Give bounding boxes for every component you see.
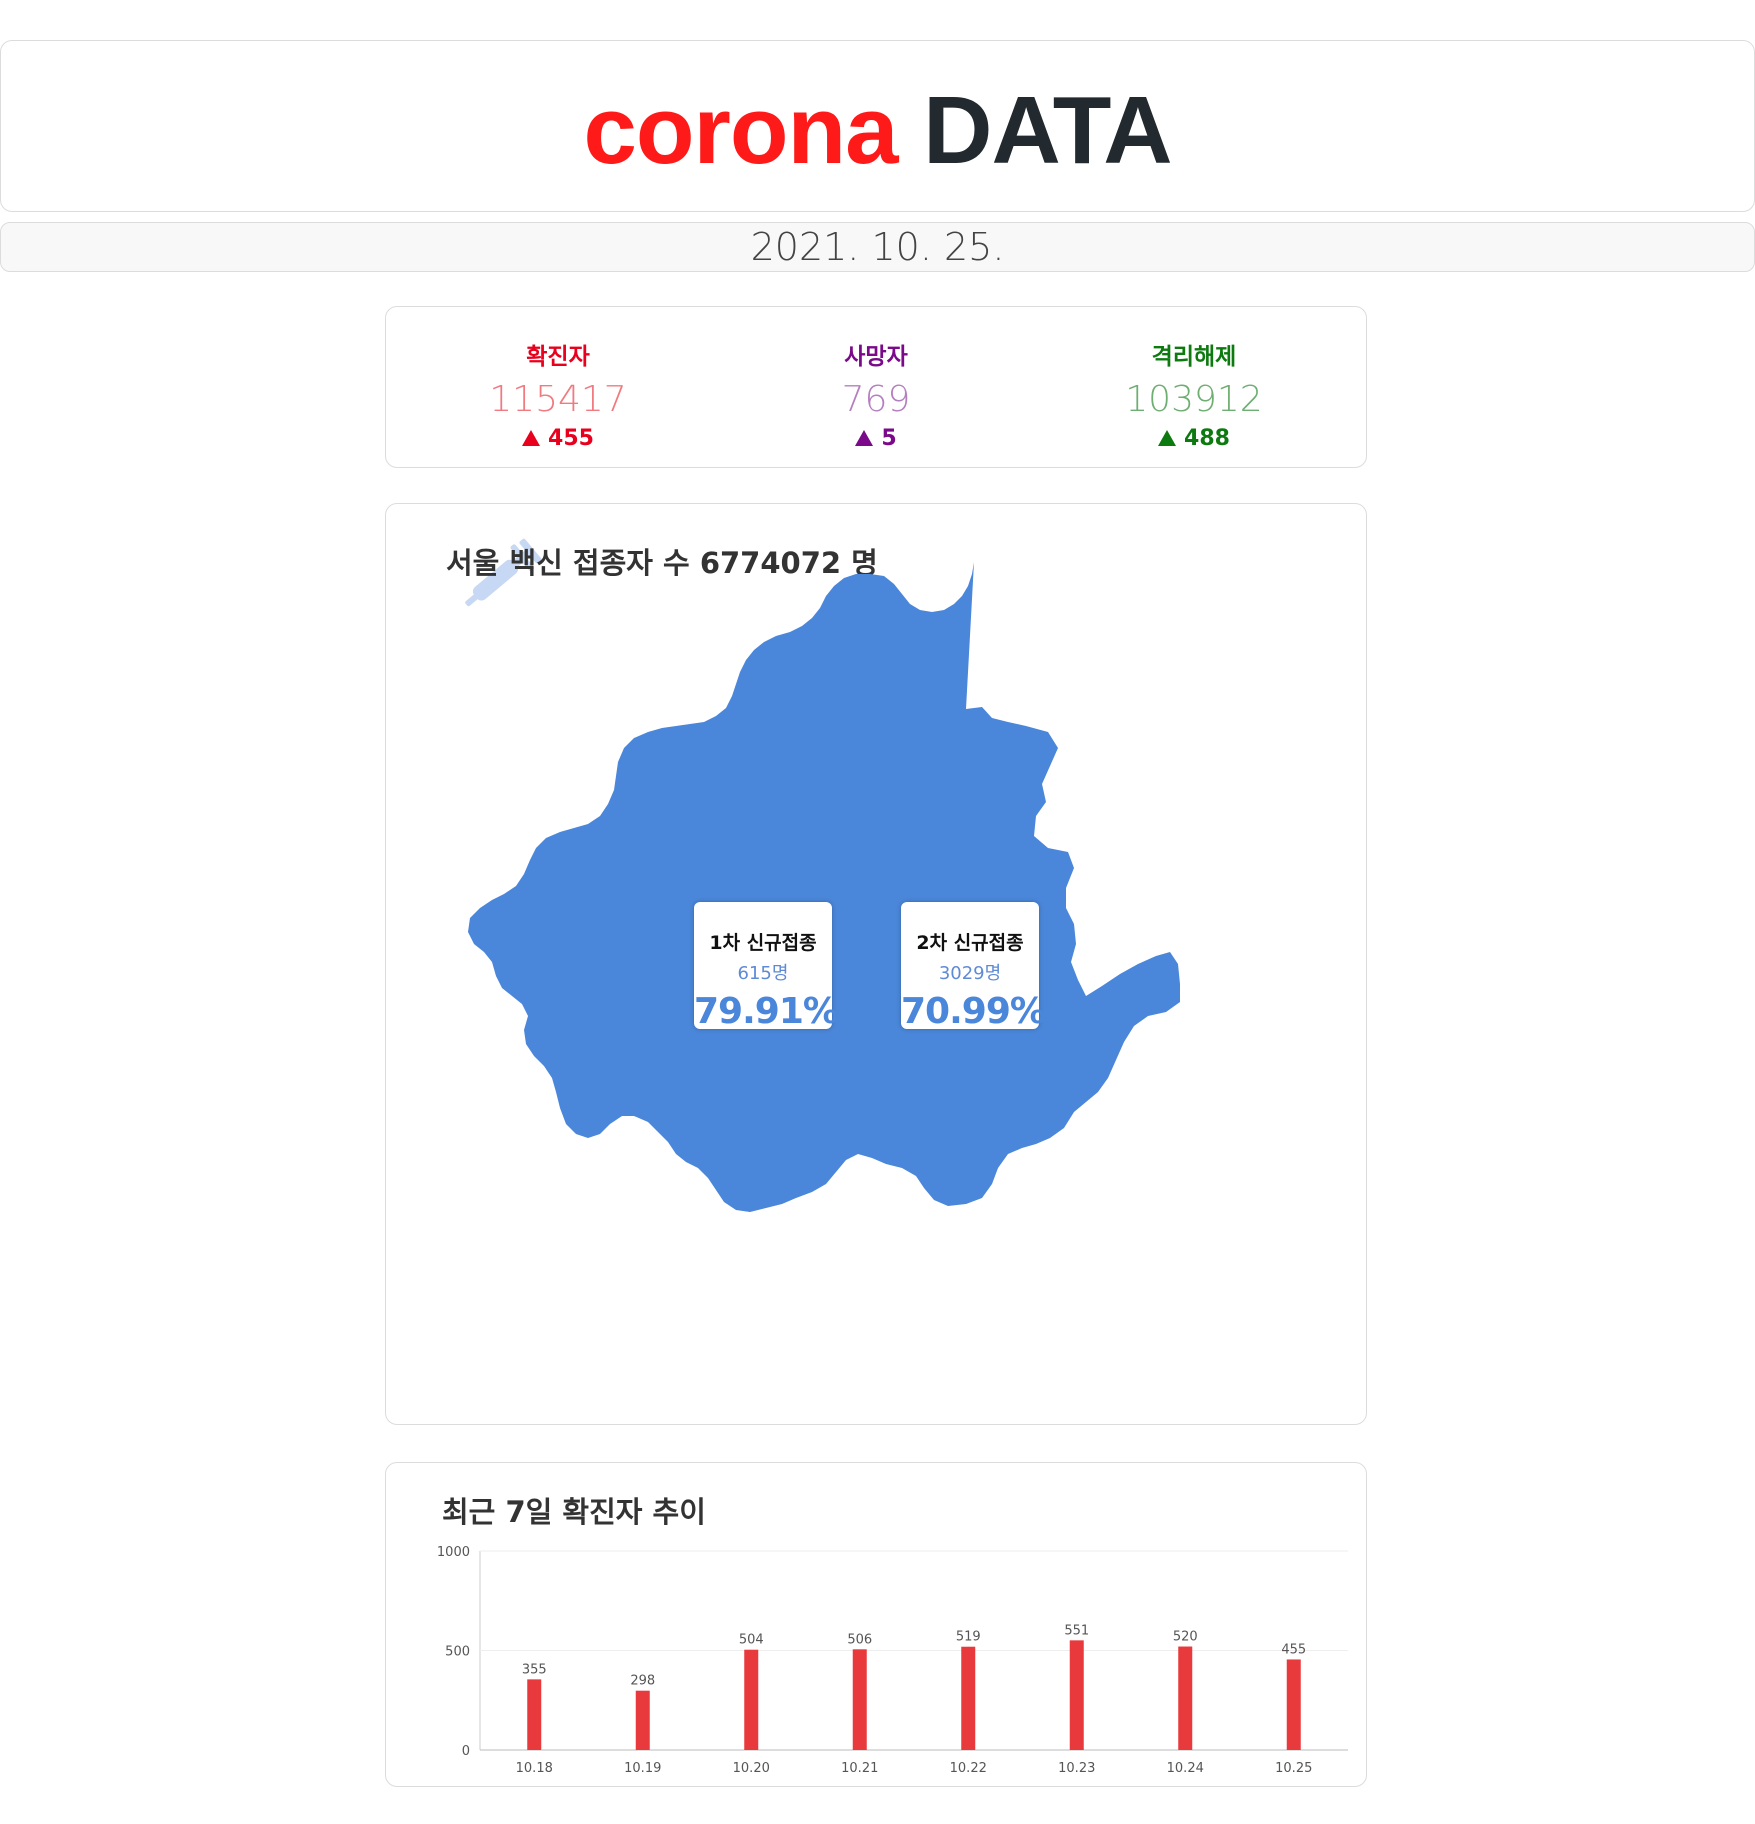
bar <box>852 1649 867 1750</box>
x-tick-label: 10.18 <box>516 1761 553 1776</box>
stat-confirmed-delta: 455 <box>438 426 678 451</box>
seoul-map-render <box>468 562 1180 1212</box>
header: corona DATA <box>0 40 1755 212</box>
stat-released-delta-value: 488 <box>1184 426 1230 451</box>
bar <box>1069 1640 1084 1750</box>
y-tick-label: 1000 <box>437 1545 470 1560</box>
bar-value-label: 551 <box>1064 1623 1089 1638</box>
bar-value-label: 298 <box>630 1674 655 1689</box>
up-triangle-icon <box>855 430 874 446</box>
up-triangle-icon <box>522 430 541 446</box>
bar-value-label: 506 <box>847 1632 872 1647</box>
stat-deaths-delta-value: 5 <box>881 426 897 451</box>
trend-card: 최근 7일 확진자 추이 0 500 1000 355 10.18 298 10.19 504… <box>385 1462 1367 1787</box>
second-dose-box: 2차 신규접종 3029명 70.99% <box>901 902 1046 1032</box>
stat-confirmed: 확진자 115417 455 <box>438 337 678 451</box>
stat-released-label: 격리해제 <box>1151 344 1237 370</box>
bar-value-label: 519 <box>956 1630 981 1645</box>
bar-value-label: 520 <box>1173 1630 1198 1645</box>
stat-released-delta: 488 <box>1074 426 1314 451</box>
y-tick-label: 0 <box>462 1744 470 1759</box>
stat-confirmed-delta-value: 455 <box>548 426 594 451</box>
x-tick-label: 10.19 <box>624 1761 661 1776</box>
x-tick-label: 10.20 <box>733 1761 770 1776</box>
first-dose-count: 615명 <box>737 963 789 984</box>
stat-deaths: 사망자 769 5 <box>756 337 996 451</box>
bar <box>744 1649 759 1750</box>
stat-deaths-label: 사망자 <box>844 344 908 370</box>
bar-value-label: 355 <box>522 1662 547 1677</box>
date-bar: 2021. 10. 25. <box>0 222 1755 272</box>
first-dose-title: 1차 신규접종 <box>709 932 817 954</box>
bar-value-label: 455 <box>1281 1642 1306 1657</box>
stat-deaths-value: 769 <box>841 379 911 420</box>
stats-card: 확진자 115417 455 사망자 769 5 격리해제 103912 488 <box>385 306 1367 468</box>
x-tick-label: 10.21 <box>841 1761 878 1776</box>
stat-confirmed-label: 확진자 <box>526 344 590 370</box>
first-dose-percent: 79.91% <box>694 991 839 1032</box>
up-triangle-icon <box>1158 430 1177 446</box>
stat-released: 격리해제 103912 488 <box>1074 337 1314 451</box>
x-tick-label: 10.22 <box>950 1761 987 1776</box>
stat-confirmed-value: 115417 <box>489 379 627 420</box>
seoul-map-polygon <box>468 562 1180 1212</box>
current-date: 2021. 10. 25. <box>750 225 1005 269</box>
bar <box>635 1690 650 1750</box>
second-dose-percent: 70.99% <box>901 991 1046 1032</box>
bar-value-label: 504 <box>739 1633 764 1648</box>
bar <box>1286 1659 1301 1750</box>
y-tick-label: 500 <box>445 1645 470 1660</box>
bar <box>1178 1646 1193 1750</box>
bar <box>527 1679 542 1750</box>
first-dose-box: 1차 신규접종 615명 79.91% <box>694 902 839 1032</box>
stat-released-value: 103912 <box>1125 379 1263 420</box>
second-dose-title: 2차 신규접종 <box>916 932 1024 954</box>
logo-word-data: DATA <box>923 77 1172 184</box>
logo: corona DATA <box>1 83 1754 179</box>
vaccine-card: 서울 백신 접종자 수 6774072 명 1차 신규접종 615명 79.91… <box>385 503 1367 1425</box>
logo-word-corona: corona <box>583 77 898 184</box>
x-tick-label: 10.24 <box>1167 1761 1204 1776</box>
second-dose-count: 3029명 <box>938 963 1002 984</box>
stat-deaths-delta: 5 <box>756 426 996 451</box>
bar <box>961 1646 976 1750</box>
x-tick-label: 10.23 <box>1058 1761 1095 1776</box>
x-tick-label: 10.25 <box>1275 1761 1312 1776</box>
trend-bar-chart: 0 500 1000 355 10.18 298 10.19 504 10.20 506 10.21… <box>437 1545 1348 1776</box>
